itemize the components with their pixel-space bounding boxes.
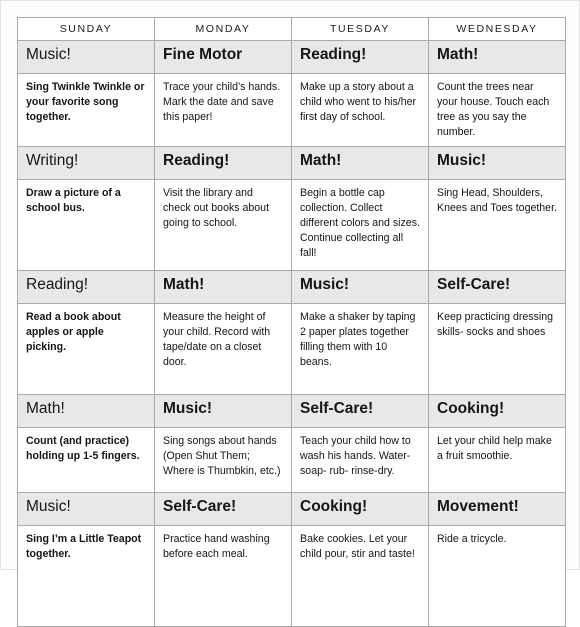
activity-description: Let your child help make a fruit smoothi… <box>428 427 566 494</box>
activity-title: Music! <box>17 40 155 74</box>
activity-body-row: Draw a picture of a school bus. Visit th… <box>17 179 566 272</box>
activity-title: Self-Care! <box>428 270 566 305</box>
activity-title: Math! <box>291 146 429 181</box>
activity-description: Make up a story about a child who went t… <box>291 72 429 148</box>
activity-title-row: Math! Music! Self-Care! Cooking! <box>17 394 566 429</box>
activity-title: Fine Motor <box>154 40 292 74</box>
activity-body-row: Sing I’m a Little Teapot together. Pract… <box>17 525 566 627</box>
activity-description: Practice hand washing before each meal. <box>154 525 292 627</box>
calendar-body: Music! Fine Motor Reading! Math! Sing Tw… <box>17 40 566 627</box>
activity-title: Cooking! <box>291 492 429 527</box>
activity-title: Math! <box>428 40 566 74</box>
activity-title: Self-Care! <box>154 492 292 527</box>
activity-title: Self-Care! <box>291 394 429 429</box>
activity-body-row: Sing Twinkle Twinkle or your favorite so… <box>17 72 566 148</box>
activity-title: Math! <box>154 270 292 305</box>
activity-description: Make a shaker by taping 2 paper plates t… <box>291 303 429 396</box>
activity-title: Writing! <box>17 146 155 181</box>
activity-description: Trace your child’s hands. Mark the date … <box>154 72 292 148</box>
activity-description: Bake cookies. Let your child pour, stir … <box>291 525 429 627</box>
activity-title: Movement! <box>428 492 566 527</box>
activity-title-row: Music! Self-Care! Cooking! Movement! <box>17 492 566 527</box>
activity-title-row: Music! Fine Motor Reading! Math! <box>17 40 566 74</box>
activity-body-row: Count (and practice) holding up 1-5 fing… <box>17 427 566 494</box>
activity-description: Begin a bottle cap collection. Collect d… <box>291 179 429 272</box>
activity-title-row: Writing! Reading! Math! Music! <box>17 146 566 181</box>
weekly-activity-calendar: SUNDAY MONDAY TUESDAY WEDNESDAY Music! F… <box>17 17 566 627</box>
activity-title: Cooking! <box>428 394 566 429</box>
activity-description: Count the trees near your house. Touch e… <box>428 72 566 148</box>
activity-description: Draw a picture of a school bus. <box>17 179 155 272</box>
activity-title: Music! <box>428 146 566 181</box>
activity-title: Music! <box>17 492 155 527</box>
activity-description: Sing Head, Shoulders, Knees and Toes tog… <box>428 179 566 272</box>
column-header-sunday: SUNDAY <box>17 17 155 41</box>
column-header-wednesday: WEDNESDAY <box>428 17 566 41</box>
column-header-tuesday: TUESDAY <box>291 17 429 41</box>
activity-title: Reading! <box>154 146 292 181</box>
page-canvas: SUNDAY MONDAY TUESDAY WEDNESDAY Music! F… <box>0 0 580 627</box>
activity-title: Math! <box>17 394 155 429</box>
activity-description: Teach your child how to wash his hands. … <box>291 427 429 494</box>
activity-description: Visit the library and check out books ab… <box>154 179 292 272</box>
activity-title: Music! <box>154 394 292 429</box>
activity-description: Read a book about apples or apple pickin… <box>17 303 155 396</box>
calendar-header: SUNDAY MONDAY TUESDAY WEDNESDAY <box>17 17 566 41</box>
calendar-container: SUNDAY MONDAY TUESDAY WEDNESDAY Music! F… <box>17 17 566 627</box>
activity-description: Ride a tricycle. <box>428 525 566 627</box>
activity-title: Reading! <box>17 270 155 305</box>
activity-description: Keep practicing dressing skills- socks a… <box>428 303 566 396</box>
day-header-row: SUNDAY MONDAY TUESDAY WEDNESDAY <box>17 17 566 41</box>
activity-description: Measure the height of your child. Record… <box>154 303 292 396</box>
activity-title-row: Reading! Math! Music! Self-Care! <box>17 270 566 305</box>
activity-title: Reading! <box>291 40 429 74</box>
activity-title: Music! <box>291 270 429 305</box>
activity-body-row: Read a book about apples or apple pickin… <box>17 303 566 396</box>
activity-description: Count (and practice) holding up 1-5 fing… <box>17 427 155 494</box>
activity-description: Sing I’m a Little Teapot together. <box>17 525 155 627</box>
column-header-monday: MONDAY <box>154 17 292 41</box>
activity-description: Sing songs about hands (Open Shut Them; … <box>154 427 292 494</box>
activity-description: Sing Twinkle Twinkle or your favorite so… <box>17 72 155 148</box>
